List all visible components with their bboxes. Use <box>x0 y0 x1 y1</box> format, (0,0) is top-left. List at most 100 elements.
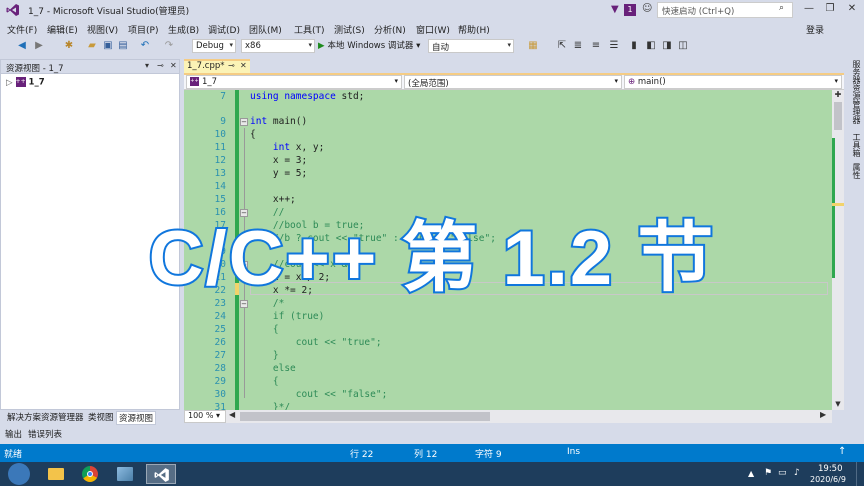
show-desktop-button[interactable] <box>856 462 864 486</box>
menu-file[interactable]: 文件(F) <box>7 23 37 36</box>
tab-class-view[interactable]: 类视图 <box>86 411 116 423</box>
project-icon: ++ <box>190 77 199 86</box>
notification-badge[interactable]: 1 <box>624 4 636 16</box>
filter-icon[interactable]: ▼ <box>611 4 619 15</box>
app-window-icon[interactable] <box>110 464 140 484</box>
bookmark-icon[interactable]: ▮ <box>628 40 640 52</box>
tab-resource-view[interactable]: 资源视图 <box>116 411 157 425</box>
menu-window[interactable]: 窗口(W) <box>416 23 450 36</box>
menu-view[interactable]: 视图(V) <box>87 23 118 36</box>
chrome-icon[interactable] <box>76 464 106 484</box>
publish-icon[interactable]: ↑ <box>838 446 846 457</box>
tab-toolbox[interactable]: 工具箱 <box>848 133 862 157</box>
line-number: 11 <box>214 142 226 153</box>
menu-test[interactable]: 测试(S) <box>334 23 365 36</box>
save-all-icon[interactable]: ▤ <box>117 40 129 52</box>
code-line: if (true) <box>250 311 325 322</box>
expand-icon[interactable]: ▷ <box>6 78 13 88</box>
lesson-caption: C/C++ 第 1.2 节 <box>147 214 716 303</box>
line-number: 28 <box>214 363 226 374</box>
line-number: 29 <box>214 376 226 387</box>
menu-project[interactable]: 项目(P) <box>128 23 158 36</box>
vertical-scroll-thumb[interactable] <box>834 102 842 130</box>
clock-time[interactable]: 19:50 <box>818 464 843 474</box>
clear-bookmark-icon[interactable]: ◫ <box>677 40 689 52</box>
back-icon[interactable]: ◀ <box>16 40 28 52</box>
tab-properties[interactable]: 属性 <box>848 163 862 179</box>
step-icon[interactable]: ⇱ <box>556 40 568 52</box>
menu-analyze[interactable]: 分析(N) <box>374 23 406 36</box>
file-explorer-icon[interactable] <box>40 464 70 484</box>
run-debugger-button[interactable]: ▶ 本地 Windows 调试器 ▾ <box>318 39 420 53</box>
clock-date[interactable]: 2020/6/9 <box>810 475 846 484</box>
line-number: 30 <box>214 389 226 400</box>
redo-icon[interactable]: ↷ <box>163 40 175 52</box>
tab-server-explorer[interactable]: 服务器资源管理器 <box>848 60 862 124</box>
network-icon[interactable]: ▭ <box>778 468 787 478</box>
tree-item-project[interactable]: ▷ ++ 1_7 <box>6 77 45 88</box>
project-icon: ++ <box>15 77 26 87</box>
windows-start-icon[interactable] <box>8 463 30 485</box>
solution-config-icon[interactable]: ▦ <box>527 40 539 52</box>
search-icon[interactable]: ⌕ <box>779 3 784 13</box>
feedback-icon[interactable]: ☺ <box>642 3 652 14</box>
menu-help[interactable]: 帮助(H) <box>458 23 490 36</box>
collapse-icon[interactable]: − <box>240 118 248 126</box>
action-center-icon[interactable]: ⚑ <box>764 468 772 478</box>
minimize-icon[interactable]: — <box>802 2 816 16</box>
run-mode-select[interactable]: 自动 ▾ <box>428 39 514 53</box>
panel-dropdown-icon[interactable]: ▾ <box>145 61 149 70</box>
indent-icon[interactable]: ≣ <box>572 40 584 52</box>
new-project-icon[interactable]: ✱ <box>63 40 75 52</box>
tab-error-list[interactable]: 错误列表 <box>28 428 62 440</box>
tray-expand-icon[interactable]: ▲ <box>748 469 754 478</box>
volume-icon[interactable]: ♪ <box>794 468 800 478</box>
config-select[interactable]: Debug ▾ <box>192 39 236 53</box>
scroll-down-icon[interactable]: ▼ <box>832 400 844 410</box>
window-title: 1_7 - Microsoft Visual Studio(管理员) <box>28 7 190 17</box>
open-file-icon[interactable]: ▰ <box>86 40 98 52</box>
prev-bookmark-icon[interactable]: ◧ <box>645 40 657 52</box>
tab-pin-icon[interactable]: ⊸ <box>228 61 235 70</box>
visual-studio-taskbar-icon[interactable] <box>146 464 176 484</box>
close-icon[interactable]: ✕ <box>845 2 859 16</box>
pin-icon[interactable]: ⊸ <box>157 61 164 70</box>
nav-member-select[interactable]: ⊕ main() ▾ <box>624 75 842 89</box>
scroll-left-icon[interactable]: ◀ <box>229 410 235 419</box>
code-line: using namespace std; <box>250 91 365 102</box>
line-number: 13 <box>214 168 226 179</box>
zoom-select[interactable]: 100 % ▾ <box>184 410 226 423</box>
tab-output[interactable]: 输出 <box>5 428 22 440</box>
nav-scope-select[interactable]: (全局范围) ▾ <box>404 75 622 89</box>
nav-project-select[interactable]: ++ 1_7 ▾ <box>186 75 402 89</box>
save-icon[interactable]: ▣ <box>102 40 114 52</box>
status-ready: 就绪 <box>4 450 23 460</box>
vs-logo-icon <box>6 4 19 16</box>
panel-close-icon[interactable]: ✕ <box>170 61 177 70</box>
scroll-right-icon[interactable]: ▶ <box>820 410 826 419</box>
menu-tools[interactable]: 工具(T) <box>294 23 325 36</box>
tab-close-icon[interactable]: ✕ <box>240 61 247 70</box>
outdent-icon[interactable]: ≡ <box>590 40 602 52</box>
platform-select[interactable]: x86 ▾ <box>241 39 315 53</box>
menu-debug[interactable]: 调试(D) <box>208 23 240 36</box>
line-number: 26 <box>214 337 226 348</box>
quick-launch-input[interactable]: 快速启动 (Ctrl+Q) <box>657 2 793 18</box>
tab-solution-explorer[interactable]: 解决方案资源管理器 <box>5 411 86 423</box>
line-number: 12 <box>214 155 226 166</box>
menu-build[interactable]: 生成(B) <box>168 23 199 36</box>
next-bookmark-icon[interactable]: ◨ <box>661 40 673 52</box>
play-icon: ▶ <box>318 41 325 51</box>
menu-team[interactable]: 团队(M) <box>249 23 282 36</box>
login-link[interactable]: 登录 <box>806 23 824 36</box>
forward-icon[interactable]: ▶ <box>33 40 45 52</box>
maximize-icon[interactable]: ❐ <box>823 2 837 16</box>
status-insert-mode: Ins <box>567 447 581 457</box>
code-line: int main() <box>250 116 308 127</box>
comment-icon[interactable]: ☰ <box>608 40 620 52</box>
undo-icon[interactable]: ↶ <box>139 40 151 52</box>
menu-edit[interactable]: 编辑(E) <box>47 23 78 36</box>
scroll-up-icon[interactable]: ✚ <box>832 90 844 101</box>
bottom-panel-tabs <box>0 424 864 444</box>
horizontal-scroll-thumb[interactable] <box>240 412 490 421</box>
